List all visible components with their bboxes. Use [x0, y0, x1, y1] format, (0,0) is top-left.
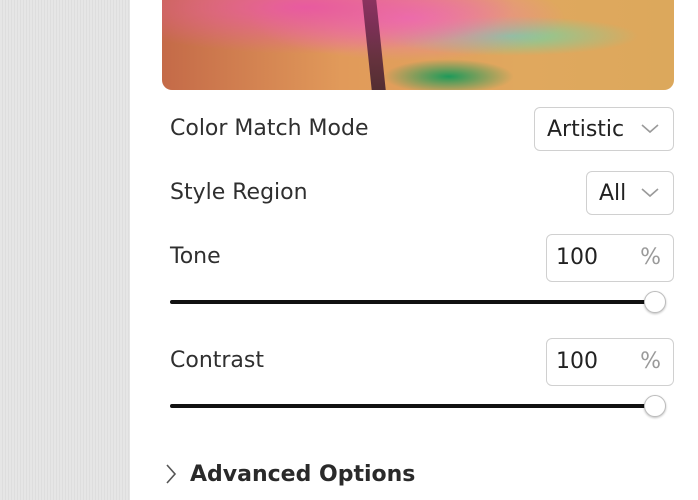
preview-image-detail: [362, 0, 386, 90]
contrast-value: 100: [556, 349, 598, 374]
tone-slider[interactable]: [170, 290, 666, 314]
color-match-mode-label: Color Match Mode: [170, 116, 369, 141]
contrast-label: Contrast: [170, 348, 265, 373]
image-preview: [162, 0, 674, 90]
style-region-label: Style Region: [170, 180, 308, 205]
style-region-dropdown[interactable]: All: [586, 171, 674, 215]
advanced-options-toggle[interactable]: Advanced Options: [164, 458, 415, 490]
color-match-mode-value: Artistic: [547, 116, 625, 142]
tone-unit: %: [640, 245, 661, 270]
tone-slider-track: [170, 300, 655, 304]
tone-label: Tone: [170, 244, 221, 269]
left-panel: [0, 0, 130, 500]
chevron-down-icon: [641, 124, 659, 134]
tone-value: 100: [556, 245, 598, 270]
contrast-slider-thumb[interactable]: [644, 395, 666, 417]
advanced-options-label: Advanced Options: [190, 461, 416, 487]
color-match-mode-dropdown[interactable]: Artistic: [534, 107, 674, 151]
chevron-down-icon: [641, 188, 659, 198]
tone-slider-thumb[interactable]: [644, 291, 666, 313]
contrast-input[interactable]: 100 %: [546, 338, 674, 386]
contrast-unit: %: [640, 349, 661, 374]
style-region-value: All: [599, 180, 627, 206]
contrast-slider-track: [170, 404, 655, 408]
contrast-slider[interactable]: [170, 394, 666, 418]
chevron-right-icon: [166, 464, 177, 484]
tone-input[interactable]: 100 %: [546, 234, 674, 282]
